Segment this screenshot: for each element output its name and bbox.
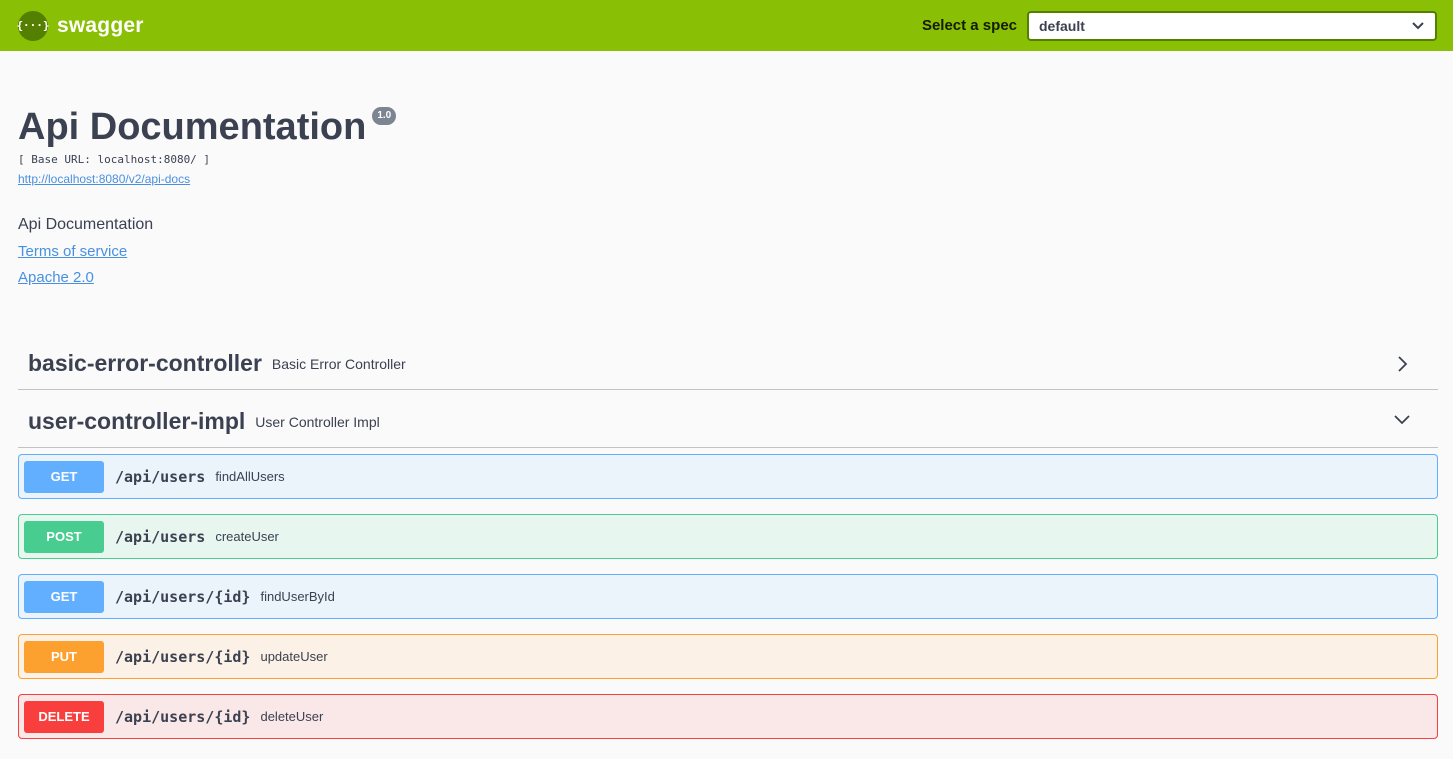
tag-description: Basic Error Controller	[271, 355, 406, 372]
operation-summary: findUserById	[260, 589, 335, 604]
page-title: Api Documentation	[18, 106, 367, 148]
operation-path: /api/users	[115, 467, 206, 486]
api-info: Api Documentation 1.0 [ Base URL: localh…	[18, 51, 1438, 286]
swagger-logo-icon: {···}	[16, 10, 50, 41]
tag-name: user-controller-impl	[28, 408, 246, 434]
tag-name: basic-error-controller	[28, 350, 262, 376]
version-badge: 1.0	[372, 107, 397, 125]
operation-summary: deleteUser	[260, 709, 324, 724]
operation-path: /api/users/{id}	[115, 707, 251, 726]
tag-user-controller-impl[interactable]: user-controller-impl User Controller Imp…	[18, 390, 1438, 448]
method-badge: POST	[24, 520, 104, 553]
spec-label: Select a spec	[921, 17, 1017, 34]
spec-selector: Select a spec default	[921, 10, 1437, 41]
tag-description: User Controller Impl	[255, 413, 380, 430]
spec-select[interactable]: default	[1027, 10, 1437, 41]
operation-path: /api/users/{id}	[115, 647, 251, 666]
brand[interactable]: {···} swagger	[16, 10, 144, 41]
topbar: {···} swagger Select a spec default	[0, 0, 1453, 51]
operation-path: /api/users	[115, 527, 206, 546]
tag-section: basic-error-controller Basic Error Contr…	[18, 338, 1438, 739]
operation-put-user[interactable]: PUT /api/users/{id} updateUser	[18, 634, 1438, 679]
method-badge: GET	[24, 580, 104, 613]
main-content: Api Documentation 1.0 [ Base URL: localh…	[0, 51, 1453, 739]
api-description: Api Documentation	[18, 216, 154, 233]
operation-summary: createUser	[215, 529, 279, 544]
terms-of-service-link[interactable]: Terms of service	[18, 243, 1438, 260]
operation-summary: findAllUsers	[215, 469, 285, 484]
tag-basic-error-controller[interactable]: basic-error-controller Basic Error Contr…	[18, 338, 1438, 390]
operation-delete-user[interactable]: DELETE /api/users/{id} deleteUser	[18, 694, 1438, 739]
spec-select-value: default	[1039, 17, 1085, 34]
operations-list: GET /api/users findAllUsers POST /api/us…	[18, 454, 1438, 739]
brand-name: swagger	[57, 13, 144, 37]
operation-path: /api/users/{id}	[115, 587, 251, 606]
method-badge: PUT	[24, 640, 104, 673]
operation-get-user-by-id[interactable]: GET /api/users/{id} findUserById	[18, 574, 1438, 619]
method-badge: GET	[24, 460, 104, 493]
method-badge: DELETE	[24, 700, 104, 733]
chevron-down-icon[interactable]	[1392, 409, 1412, 429]
operation-get-users[interactable]: GET /api/users findAllUsers	[18, 454, 1438, 499]
title-row: Api Documentation 1.0	[18, 107, 1438, 147]
api-docs-link[interactable]: http://localhost:8080/v2/api-docs	[18, 172, 190, 186]
chevron-right-icon[interactable]	[1392, 354, 1412, 374]
operation-post-users[interactable]: POST /api/users createUser	[18, 514, 1438, 559]
operation-summary: updateUser	[260, 649, 328, 664]
base-url: [ Base URL: localhost:8080/ ]	[18, 153, 211, 166]
chevron-down-icon	[1412, 21, 1424, 29]
license-link[interactable]: Apache 2.0	[18, 269, 1438, 286]
